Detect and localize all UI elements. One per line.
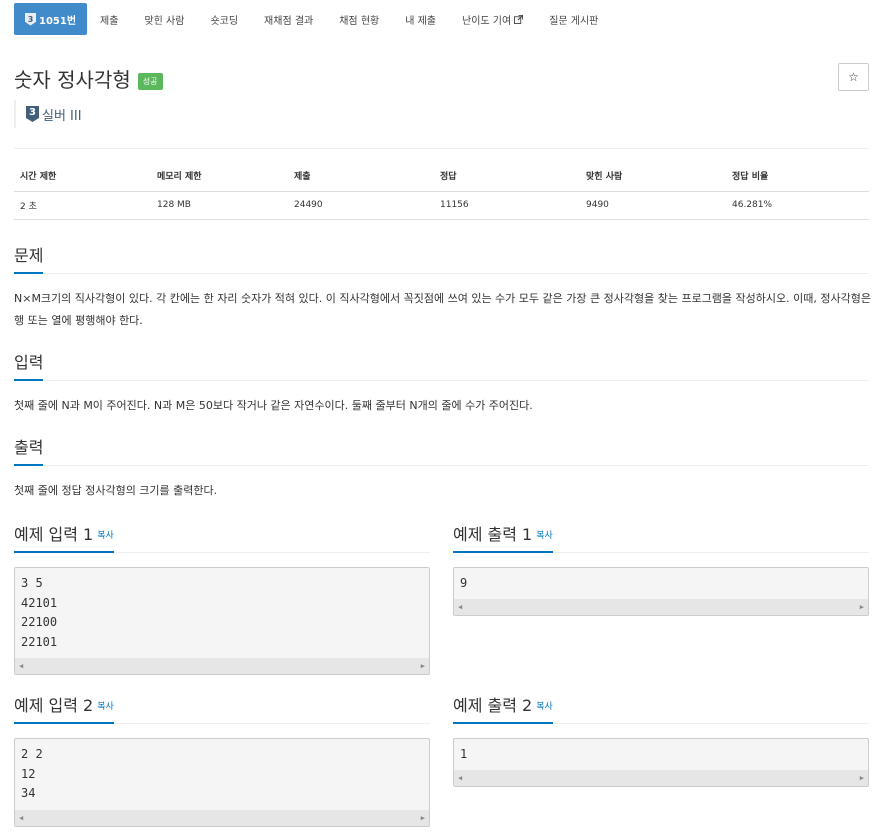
value-time-limit: 2 초 [14,191,151,220]
tab-short-coding[interactable]: 숏코딩 [197,3,251,35]
value-memory-limit: 128 MB [151,191,288,220]
value-accepted: 11156 [434,191,580,220]
tab-problem[interactable]: 3 1051번 [14,3,88,35]
problem-info-table: 시간 제한 메모리 제한 제출 정답 맞힌 사람 정답 비율 2 초 128 M… [14,160,869,220]
tab-status[interactable]: 채점 현황 [326,3,392,35]
sample-output-1-box[interactable]: 9 ◀ ▶ [453,567,869,616]
sample-input-2-header: 예제 입력 2 복사 [14,692,430,724]
silver-tier-icon: 3 [26,106,39,122]
sample-input-1-heading: 예제 입력 1 복사 [14,521,114,553]
scroll-right-icon[interactable]: ▶ [421,662,425,670]
sample-output-1-heading: 예제 출력 1 복사 [453,521,553,553]
copy-button[interactable]: 복사 [97,531,114,541]
divider [14,148,869,149]
sample-input-2-code: 2 2 12 34 [15,739,429,804]
horizontal-scrollbar[interactable]: ◀ ▶ [15,810,429,826]
sample-output-2-code: 1 [454,739,868,765]
sample-input-2-title: 예제 입력 2 [14,696,94,715]
tab-difficulty-contribution[interactable]: 난이도 기여 [449,3,536,35]
input-section-title: 입력 [14,349,44,381]
code-line: 3 5 [21,576,43,590]
code-line-1: 2 2 [21,747,43,761]
problem-description: N×M크기의 직사각형이 있다. 각 칸에는 한 자리 숫자가 적혀 있다. 이… [14,292,871,327]
value-submissions: 24490 [288,191,434,220]
scroll-right-icon[interactable]: ▶ [421,814,425,822]
input-description: 첫째 줄에 N과 M이 주어진다. N과 M은 50보다 작거나 같은 자연수이… [14,399,533,412]
code-line-2: 42101 [21,595,58,610]
code-line-3: 34 [21,786,36,800]
problem-section-header: 문제 [14,242,869,274]
copy-button[interactable]: 복사 [536,702,553,712]
horizontal-scrollbar[interactable]: ◀ ▶ [454,770,868,786]
table-row: 2 초 128 MB 24490 11156 9490 46.281% [14,191,869,220]
header-accepted: 정답 [434,160,580,192]
star-button[interactable]: ☆ [838,63,869,91]
value-accept-ratio: 46.281% [726,191,869,220]
sample-output-2-header: 예제 출력 2 복사 [453,692,869,724]
sample-output-2-box[interactable]: 1 ◀ ▶ [453,738,869,787]
problem-title: 숫자 정사각형 [14,68,131,92]
code-line-1: 1 [460,747,468,761]
sample-input-1-header: 예제 입력 1 복사 [14,521,430,553]
copy-button[interactable]: 복사 [536,531,553,541]
external-link-icon [514,14,524,24]
header-accept-ratio: 정답 비율 [726,160,869,192]
code-line-4: 22101 [21,634,58,649]
sample-output-1-header: 예제 출력 1 복사 [453,521,869,553]
scroll-left-icon[interactable]: ◀ [19,662,23,670]
sample-output-2-heading: 예제 출력 2 복사 [453,692,553,724]
sample-input-2-heading: 예제 입력 2 복사 [14,692,114,724]
tab-submit[interactable]: 제출 [87,3,131,35]
scroll-right-icon[interactable]: ▶ [860,774,864,782]
code-line-1: 9 [460,576,468,590]
scroll-left-icon[interactable]: ◀ [19,814,23,822]
code-line-2: 12 [21,766,36,781]
code-line-3: 22100 [21,615,58,629]
sample-input-1-title: 예제 입력 1 [14,525,94,544]
sample-output-2-title: 예제 출력 2 [453,696,533,715]
tab-question-board[interactable]: 질문 게시판 [536,3,611,35]
header-time-limit: 시간 제한 [14,160,151,192]
problem-section-title: 문제 [14,242,44,274]
sample-output-1-title: 예제 출력 1 [453,525,533,544]
sample-input-1-code: 3 5 42101 22100 22101 [15,568,429,652]
sample-output-1-code: 9 [454,568,868,594]
tier-label[interactable]: 실버 III [42,105,82,124]
tab-solved-users[interactable]: 맞힌 사람 [131,3,197,35]
tab-difficulty-label: 난이도 기여 [462,15,512,27]
scroll-right-icon[interactable]: ▶ [860,603,864,611]
code-line-1: 3 5 [21,576,43,590]
problem-nav: 3 1051번 제출 맞힌 사람 숏코딩 재채점 결과 채점 현황 내 제출 난… [14,3,611,35]
sample-input-2-box[interactable]: 2 2 12 34 ◀ ▶ [14,738,430,827]
tier-info: 3 실버 III [14,100,82,128]
tab-my-submissions[interactable]: 내 제출 [392,3,449,35]
table-header-row: 시간 제한 메모리 제한 제출 정답 맞힌 사람 정답 비율 [14,160,869,192]
header-memory-limit: 메모리 제한 [151,160,288,192]
problem-header: 숫자 정사각형 성공 [14,64,163,93]
sample-input-1-box[interactable]: 3 5 42101 22100 22101 ◀ ▶ [14,567,430,675]
input-section-header: 입력 [14,349,869,381]
status-badge: 성공 [137,73,163,90]
output-description: 첫째 줄에 정답 정사각형의 크기를 출력한다. [14,484,218,497]
tier-icon: 3 [25,12,36,26]
output-section-header: 출력 [14,434,869,466]
scroll-left-icon[interactable]: ◀ [458,603,462,611]
tab-rejudge-result[interactable]: 재채점 결과 [251,3,326,35]
tab-problem-label: 1051번 [39,15,77,27]
output-section-title: 출력 [14,434,44,466]
horizontal-scrollbar[interactable]: ◀ ▶ [454,599,868,615]
header-submissions: 제출 [288,160,434,192]
scroll-left-icon[interactable]: ◀ [458,774,462,782]
horizontal-scrollbar[interactable]: ◀ ▶ [15,658,429,674]
copy-button[interactable]: 복사 [97,702,114,712]
header-solved-users: 맞힌 사람 [580,160,726,192]
value-solved-users: 9490 [580,191,726,220]
